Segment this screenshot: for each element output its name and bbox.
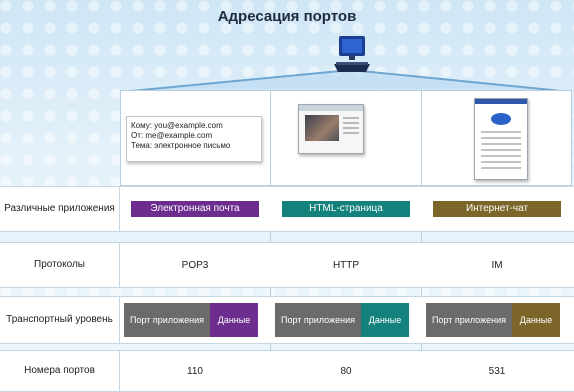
column-divider — [421, 90, 422, 390]
segment-email: Порт приложения Данные — [124, 303, 258, 337]
port-label: Порт приложения — [124, 303, 210, 337]
data-label: Данные — [210, 303, 258, 337]
port-number-80: 80 — [340, 365, 352, 377]
web-page-screenshot-icon — [298, 104, 364, 154]
data-label: Данные — [512, 303, 560, 337]
column-divider — [270, 90, 271, 390]
row-label-transport: Транспортный уровень — [0, 297, 120, 343]
row-protocols: Протоколы POP3 HTTP IM — [0, 242, 574, 288]
data-label: Данные — [361, 303, 409, 337]
row-label-protocols: Протоколы — [0, 243, 120, 287]
segment-chat: Порт приложения Данные — [426, 303, 560, 337]
protocol-im: IM — [491, 259, 503, 271]
chat-window-screenshot-icon — [474, 98, 528, 180]
email-from: От: me@example.com — [131, 131, 213, 140]
email-message-icon: Кому: you@example.com От: me@example.com… — [126, 116, 262, 162]
computer-icon — [334, 36, 370, 72]
protocol-http: HTTP — [332, 259, 360, 271]
row-label-port-numbers: Номера портов — [0, 351, 120, 391]
email-subject: Тема: электронное письмо — [131, 141, 231, 150]
port-number-531: 531 — [488, 365, 506, 377]
port-label: Порт приложения — [275, 303, 361, 337]
port-number-110: 110 — [187, 365, 203, 377]
protocol-pop3: POP3 — [181, 259, 209, 271]
row-port-numbers: Номера портов 110 80 531 — [0, 350, 574, 392]
segment-html: Порт приложения Данные — [275, 303, 409, 337]
row-applications: Различные приложения Электронная почта H… — [0, 186, 574, 232]
row-label-applications: Различные приложения — [0, 187, 120, 231]
app-email-label: Электронная почта — [131, 201, 259, 217]
app-chat-label: Интернет-чат — [433, 201, 561, 217]
connection-fan — [119, 69, 573, 93]
email-to: Кому: you@example.com — [131, 121, 223, 130]
row-transport: Транспортный уровень Порт приложения Дан… — [0, 296, 574, 344]
app-html-label: HTML-страница — [282, 201, 410, 217]
port-label: Порт приложения — [426, 303, 512, 337]
